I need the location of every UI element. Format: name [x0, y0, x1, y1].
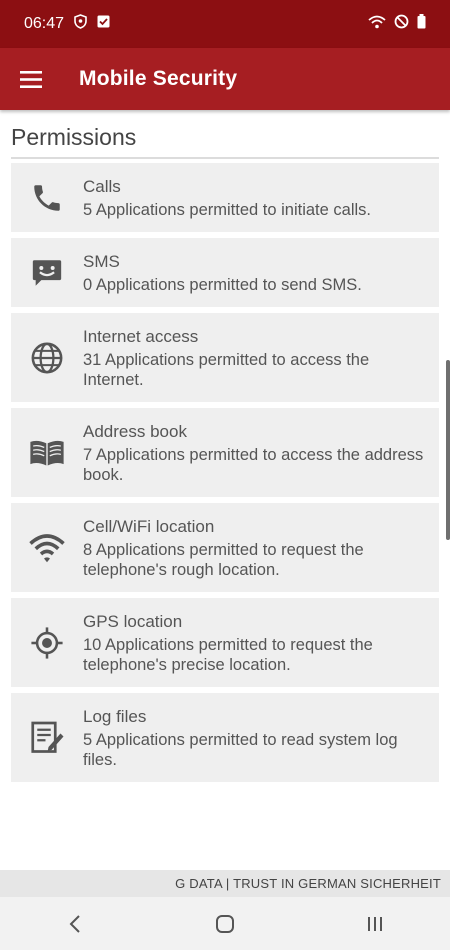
footer-tagline: G DATA | TRUST IN GERMAN SICHERHEIT: [175, 876, 441, 891]
home-icon: [216, 914, 234, 933]
permission-gps-location[interactable]: GPS location 10 Applications permitted t…: [11, 598, 439, 687]
permission-description: 8 Applications permitted to request the …: [83, 540, 364, 579]
permission-title: Internet access: [83, 326, 199, 346]
permission-description: 7 Applications permitted to access the a…: [83, 445, 424, 484]
do-not-disturb-icon: [394, 14, 409, 34]
wifi-icon: [11, 533, 83, 563]
wifi-icon: [368, 15, 386, 34]
app-bar: Mobile Security: [0, 48, 450, 110]
back-button[interactable]: [45, 904, 105, 944]
permission-address-book[interactable]: Address book 7 Applications permitted to…: [11, 408, 439, 497]
system-nav-bar: [0, 897, 450, 950]
permission-title: Log files: [83, 706, 147, 726]
phone-icon: [11, 181, 83, 215]
globe-icon: [11, 341, 83, 375]
permission-description: 5 Applications permitted to initiate cal…: [83, 200, 371, 219]
permission-sms[interactable]: SMS 0 Applications permitted to send SMS…: [11, 238, 439, 307]
permission-description: 5 Applications permitted to read system …: [83, 730, 398, 769]
permission-log-files[interactable]: Log files 5 Applications permitted to re…: [11, 693, 439, 782]
shield-icon: [74, 14, 87, 34]
main-content: Permissions Calls 5 Applications permitt…: [0, 110, 450, 870]
section-title: Permissions: [11, 124, 137, 150]
footer: G DATA | TRUST IN GERMAN SICHERHEIT: [0, 870, 450, 897]
permission-internet[interactable]: Internet access 31 Applications permitte…: [11, 313, 439, 402]
log-file-icon: [11, 720, 83, 756]
permission-description: 10 Applications permitted to request the…: [83, 635, 373, 674]
book-icon: [11, 438, 83, 468]
permission-title: Address book: [83, 421, 187, 441]
permission-calls[interactable]: Calls 5 Applications permitted to initia…: [11, 163, 439, 232]
permission-description: 0 Applications permitted to send SMS.: [83, 275, 362, 294]
permission-title: Cell/WiFi location: [83, 516, 215, 536]
status-time: 06:47: [24, 15, 65, 32]
battery-icon: [417, 14, 426, 34]
checkbox-icon: [97, 15, 110, 33]
recents-button[interactable]: [345, 904, 405, 944]
section-divider: [11, 157, 439, 159]
permission-title: SMS: [83, 251, 120, 271]
menu-button[interactable]: [0, 48, 62, 110]
permissions-list: Calls 5 Applications permitted to initia…: [11, 163, 439, 788]
permission-title: GPS location: [83, 611, 183, 631]
sms-icon: [11, 256, 83, 290]
hamburger-menu-icon: [20, 70, 42, 88]
recents-icon: [368, 916, 382, 931]
app-title: Mobile Security: [79, 67, 238, 90]
permission-title: Calls: [83, 176, 121, 196]
permission-cell-wifi-location[interactable]: Cell/WiFi location 8 Applications permit…: [11, 503, 439, 592]
scrollbar[interactable]: [446, 360, 450, 540]
gps-target-icon: [11, 626, 83, 660]
permission-description: 31 Applications permitted to access the …: [83, 350, 370, 389]
back-icon: [69, 914, 80, 933]
home-button[interactable]: [195, 904, 255, 944]
status-bar: 06:47: [0, 0, 450, 48]
